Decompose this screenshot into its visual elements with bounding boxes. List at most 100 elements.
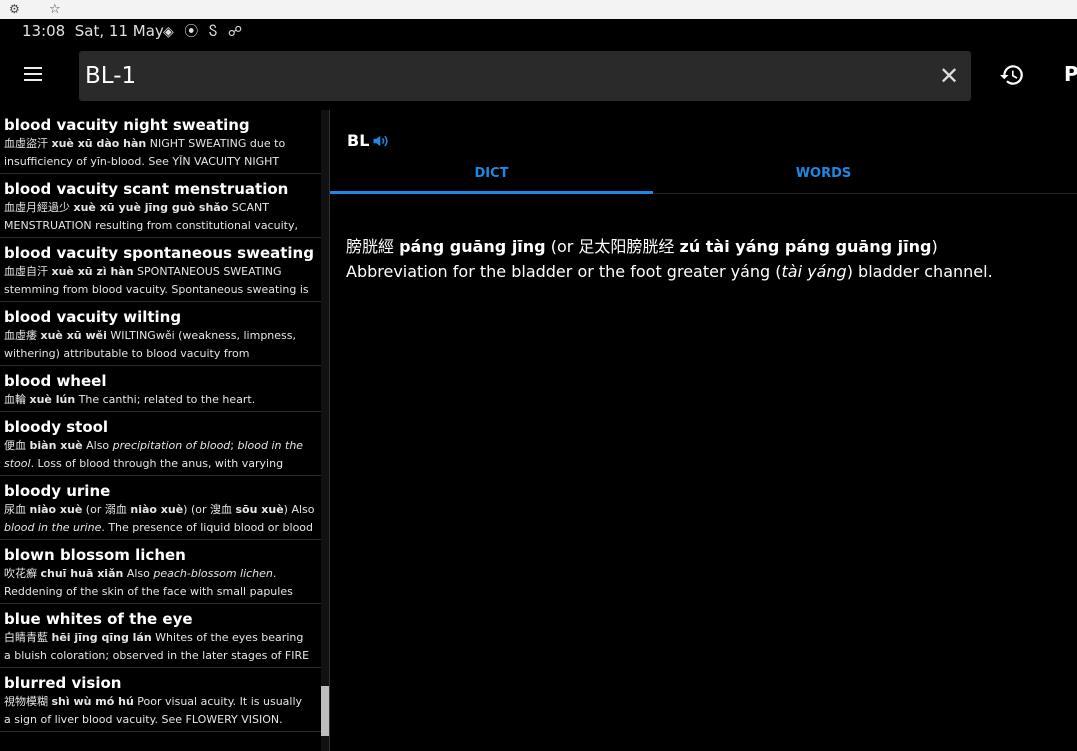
text-run: xuè xū zì hàn bbox=[51, 265, 134, 278]
text-run: withering) attributable to blood vacuity… bbox=[4, 347, 250, 360]
list-item[interactable]: bloody stool 便血 biàn xuè Also precipitati… bbox=[0, 412, 322, 476]
list-item[interactable]: blood vacuity night sweating 血虛盜汗 xuè xū … bbox=[0, 110, 322, 174]
text-run: . Loss of blood through the anus, with v… bbox=[30, 457, 284, 470]
entry-title: bloody urine bbox=[4, 482, 111, 500]
text-run: xuè xū yuè jīng guò shǎo bbox=[73, 201, 229, 214]
speaker-icon[interactable] bbox=[372, 133, 390, 149]
head-word: BL bbox=[347, 131, 370, 150]
text-run: zú tài yáng páng guāng jīng bbox=[679, 237, 932, 256]
text-run: a sign of liver blood vacuity. See FLOWE… bbox=[4, 713, 283, 726]
text-run: SCANT bbox=[228, 201, 269, 214]
gear-icon[interactable]: ⚙ bbox=[9, 0, 20, 19]
detail-pane: BL DICT WORDS 膀胱經 páng guāng jīng (or 足太… bbox=[330, 110, 1077, 751]
text-run: insufficiency of yīn-blood. See YĪN VACU… bbox=[4, 155, 280, 168]
entry-snippet: Reddening of the skin of the face with s… bbox=[4, 583, 322, 601]
text-run: NIGHT SWEATING due to bbox=[146, 137, 286, 150]
entry-snippet: 便血 biàn xuè Also precipitation of blood;… bbox=[4, 437, 322, 455]
entry-snippet: insufficiency of yīn-blood. See YĪN VACU… bbox=[4, 153, 322, 171]
text-run: 血虛自汗 bbox=[4, 265, 52, 278]
text-run: xuè xū wěi bbox=[40, 329, 107, 342]
text-run: peach-blossom lichen bbox=[153, 567, 273, 580]
text-run: a bluish coloration; observed in the lat… bbox=[4, 649, 310, 662]
text-run: The canthi; related to the heart. bbox=[75, 393, 256, 406]
entry-snippet: 血虛月經過少 xuè xū yuè jīng guò shǎo SCANT bbox=[4, 199, 322, 217]
entry-snippet: MENSTRUATION resulting from constitution… bbox=[4, 217, 322, 235]
entry-snippet: 視物模糊 shì wù mó hú Poor visual acuity. It… bbox=[4, 693, 322, 711]
entry-title: blue whites of the eye bbox=[4, 610, 193, 628]
list-item[interactable]: blown blossom lichen 吹花癬 chuī huā xiǎn Al… bbox=[0, 540, 322, 604]
status-time: 13:08 Sat, 11 May bbox=[22, 22, 164, 40]
text-run: 尿血 bbox=[4, 503, 30, 516]
scroll-thumb[interactable] bbox=[321, 686, 329, 736]
text-run: Abbreviation for the bladder or the foot… bbox=[346, 262, 782, 281]
text-run: ) Also bbox=[283, 503, 315, 516]
definition-line-2: Abbreviation for the bladder or the foot… bbox=[346, 259, 1066, 284]
text-run: ) bbox=[931, 237, 938, 256]
entry-snippet: a bluish coloration; observed in the lat… bbox=[4, 647, 322, 665]
list-scrollbar[interactable] bbox=[321, 110, 329, 751]
list-item[interactable]: blood wheel 血輪 xuè lún The canthi; relate… bbox=[0, 366, 322, 412]
list-item[interactable]: blood vacuity spontaneous sweating 血虛自汗 x… bbox=[0, 238, 322, 302]
text-run: hēi jīng qīng lán bbox=[51, 631, 152, 644]
app-bar: ✕ P bbox=[0, 44, 1077, 110]
text-run: stool bbox=[4, 457, 31, 470]
text-run: SPONTANEOUS SWEATING bbox=[133, 265, 282, 278]
text-run: niào xuè bbox=[130, 503, 184, 516]
text-run: niào xuè bbox=[29, 503, 83, 516]
text-run: precipitation of blood bbox=[112, 439, 231, 452]
text-run: . bbox=[272, 567, 277, 580]
entry-title: blood vacuity spontaneous sweating bbox=[4, 244, 314, 262]
tab-dict[interactable]: DICT bbox=[330, 166, 653, 181]
text-run: Whites of the eyes bearing bbox=[151, 631, 304, 644]
entry-snippet: 血虛盜汗 xuè xū dào hàn NIGHT SWEATING due t… bbox=[4, 135, 322, 153]
history-icon[interactable] bbox=[999, 62, 1025, 88]
text-run: biàn xuè bbox=[29, 439, 83, 452]
entry-list: blood vacuity night sweating 血虛盜汗 xuè xū … bbox=[0, 110, 330, 751]
list-item[interactable]: blood vacuity wilting 血虛痿 xuè xū wěi WILT… bbox=[0, 302, 322, 366]
entry-snippet: 尿血 niào xuè (or 溺血 niào xuè) (or 溲血 sōu … bbox=[4, 501, 322, 519]
list-item[interactable]: bloody urine 尿血 niào xuè (or 溺血 niào xuè)… bbox=[0, 476, 322, 540]
list-item[interactable]: blood vacuity scant menstruation 血虛月經過少 x… bbox=[0, 174, 322, 238]
entry-title: blown blossom lichen bbox=[4, 546, 186, 564]
entry-title: blood vacuity wilting bbox=[4, 308, 182, 326]
browser-strip: ⚙ ☆ bbox=[0, 0, 1077, 19]
tab-indicator bbox=[330, 191, 653, 194]
entry-snippet: stemming from blood vacuity. Spontaneous… bbox=[4, 281, 322, 299]
entry-snippet: 血虛自汗 xuè xū zì hàn SPONTANEOUS SWEATING bbox=[4, 263, 322, 281]
list-item[interactable]: blurred vision 視物模糊 shì wù mó hú Poor vis… bbox=[0, 668, 322, 732]
text-run: 便血 bbox=[4, 439, 30, 452]
text-run: Also bbox=[82, 439, 113, 452]
text-run: 視物模糊 bbox=[4, 695, 52, 708]
text-run: 血虛痿 bbox=[4, 329, 41, 342]
text-run: blood in the bbox=[237, 439, 304, 452]
entry-title: blood vacuity scant menstruation bbox=[4, 180, 289, 198]
search-input[interactable] bbox=[85, 59, 905, 93]
entry-title: bloody stool bbox=[4, 418, 109, 436]
entry-snippet: 白睛青藍 hēi jīng qīng lán Whites of the eye… bbox=[4, 629, 322, 647]
text-run: Poor visual acuity. It is usually bbox=[133, 695, 303, 708]
close-icon[interactable]: ✕ bbox=[939, 62, 959, 90]
text-run: xuè xū dào hàn bbox=[51, 137, 147, 150]
tab-bar: DICT WORDS bbox=[330, 160, 1077, 194]
star-icon[interactable]: ☆ bbox=[49, 0, 61, 19]
text-run: Also bbox=[123, 567, 154, 580]
text-run: 血輪 bbox=[4, 393, 30, 406]
menu-icon[interactable] bbox=[24, 67, 42, 81]
text-run: tài yáng bbox=[781, 262, 847, 281]
entry-snippet: stool. Loss of blood through the anus, w… bbox=[4, 455, 322, 473]
list-item[interactable]: blue whites of the eye 白睛青藍 hēi jīng qīng… bbox=[0, 604, 322, 668]
text-run: . The presence of liquid blood or blood bbox=[101, 521, 314, 534]
text-run: 血虛盜汗 bbox=[4, 137, 52, 150]
search-box: ✕ bbox=[79, 51, 971, 101]
text-run: blood in the urine bbox=[4, 521, 102, 534]
overflow-label[interactable]: P bbox=[1064, 62, 1077, 86]
tab-words[interactable]: WORDS bbox=[662, 166, 985, 181]
entry-snippet: withering) attributable to blood vacuity… bbox=[4, 345, 322, 363]
entry-snippet: 吹花癬 chuī huā xiǎn Also peach-blossom lic… bbox=[4, 565, 322, 583]
text-run: xuè lún bbox=[29, 393, 76, 406]
text-run: chuī huā xiǎn bbox=[40, 567, 124, 580]
text-run: ; bbox=[230, 439, 238, 452]
definition-line-1: 膀胱經 páng guāng jīng (or 足太阳膀胱经 zú tài yá… bbox=[346, 234, 1066, 259]
entry-snippet: 血輪 xuè lún The canthi; related to the he… bbox=[4, 391, 322, 409]
text-run: ) (or 溲血 bbox=[183, 503, 236, 516]
